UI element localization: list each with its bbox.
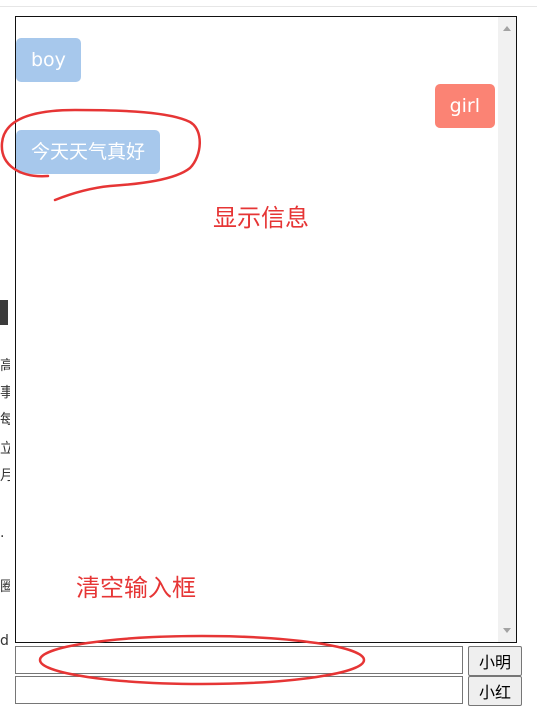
chat-scrollbar[interactable] — [498, 17, 516, 642]
message-bubble-boy: boy — [16, 38, 81, 82]
left-edge-fragment: d — [0, 633, 9, 649]
top-divider — [0, 6, 537, 7]
chat-display[interactable]: boy girl 今天天气真好 — [15, 16, 517, 643]
left-edge-fragment: 月 — [0, 468, 10, 484]
left-edge-fragment: 圈 — [0, 579, 10, 595]
left-edge-dark-strip — [0, 300, 8, 325]
left-edge-fragment: 立 — [0, 441, 10, 457]
left-edge-fragment: 每 — [0, 412, 10, 428]
xiaohong-send-button[interactable]: 小红 — [468, 676, 522, 706]
left-edge-fragment: . — [0, 525, 5, 541]
annotation-display-info: 显示信息 — [213, 204, 309, 232]
scroll-up-icon[interactable] — [503, 26, 511, 31]
scroll-down-icon[interactable] — [503, 628, 511, 633]
left-edge-fragment: 高 — [0, 358, 10, 374]
xiaohong-message-input[interactable] — [15, 676, 463, 704]
page: 高 事 每 立 月 . 圈 d boy girl 今天天气真好 显示信息 清空输… — [0, 0, 537, 717]
left-edge-fragment: 事 — [0, 385, 10, 401]
message-bubble-boy: 今天天气真好 — [16, 130, 161, 174]
annotation-clear-input: 清空输入框 — [76, 574, 196, 602]
message-bubble-girl: girl — [434, 84, 495, 128]
input-row-xiaoming: 小明 — [15, 646, 522, 676]
input-row-xiaohong: 小红 — [15, 676, 522, 706]
xiaoming-message-input[interactable] — [15, 646, 463, 674]
xiaoming-send-button[interactable]: 小明 — [468, 646, 522, 676]
